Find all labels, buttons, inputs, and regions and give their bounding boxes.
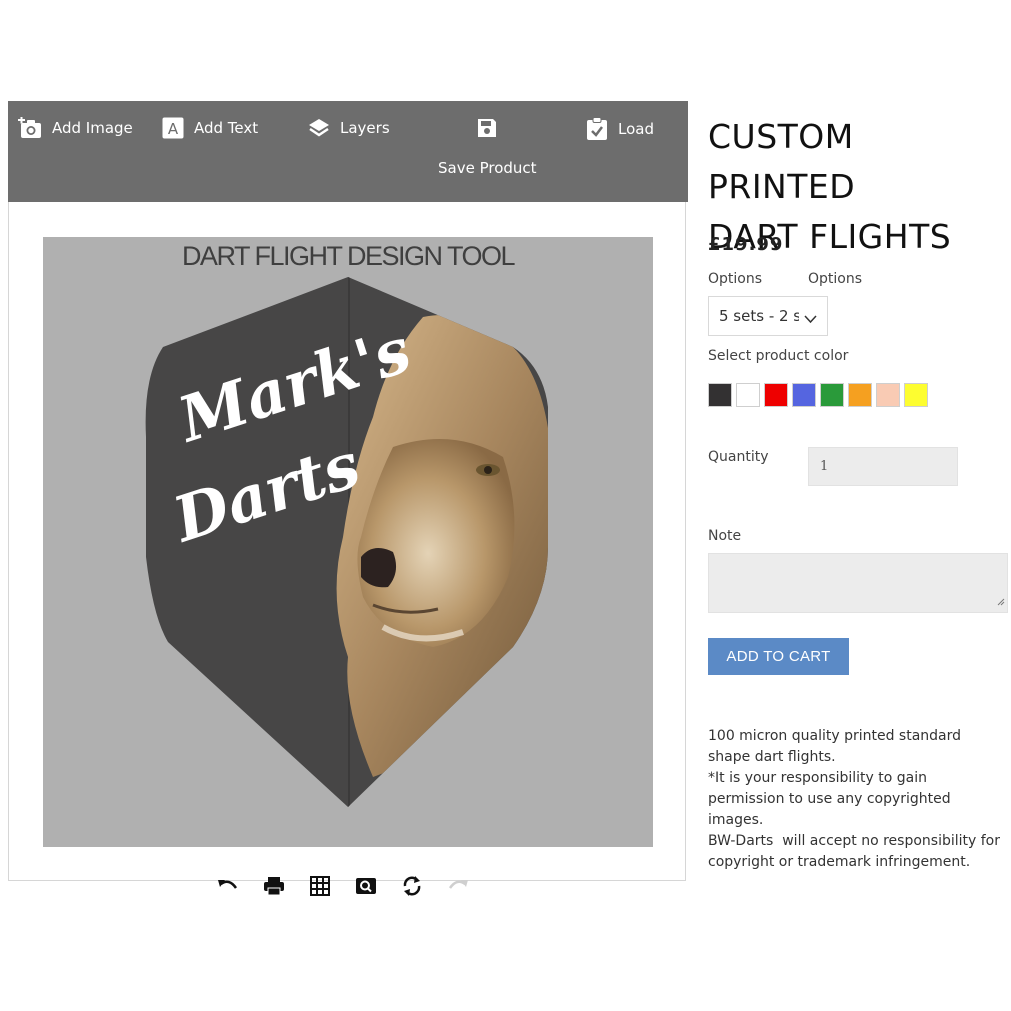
description-line: images. [708, 812, 764, 828]
load-button[interactable]: Load [586, 117, 654, 141]
add-text-label: Add Text [194, 119, 259, 137]
quantity-label: Quantity [708, 449, 769, 465]
color-label: Select product color [708, 348, 849, 364]
zoom-icon [355, 876, 377, 900]
color-swatch[interactable] [764, 383, 788, 407]
add-image-button[interactable]: Add Image [18, 117, 133, 139]
save-product-label: Save Product [438, 159, 537, 177]
color-swatches [708, 383, 928, 407]
product-description: 100 micron quality printed standard shape… [708, 726, 1011, 873]
resize-grip-icon[interactable] [997, 591, 1005, 610]
dart-flight-preview: Mark's Darts [145, 277, 548, 807]
description-line: permission to use any copyrighted [708, 791, 951, 807]
designer-toolbar: Add Image A Add Text Layers Save Product… [8, 101, 688, 202]
layers-icon [308, 117, 330, 139]
note-textarea[interactable] [708, 553, 1008, 613]
canvas-tools [215, 876, 471, 900]
layers-button[interactable]: Layers [308, 117, 390, 139]
product-title-line1: CUSTOM PRINTED [708, 117, 856, 206]
print-button[interactable] [261, 876, 287, 900]
redo-button[interactable] [445, 876, 471, 900]
color-swatch[interactable] [708, 383, 732, 407]
zoom-button[interactable] [353, 876, 379, 900]
options-label: Options [708, 271, 763, 287]
add-to-cart-button[interactable]: ADD TO CART [708, 638, 849, 675]
redo-icon [447, 876, 469, 900]
chevron-down-icon [804, 310, 817, 328]
save-icon [476, 117, 498, 139]
undo-icon [217, 876, 239, 900]
layers-label: Layers [340, 119, 390, 137]
color-swatch[interactable] [820, 383, 844, 407]
quantity-input[interactable]: 1 [808, 447, 958, 486]
product-price: £19.99 [708, 234, 784, 255]
options-label-secondary: Options [808, 271, 863, 287]
color-swatch[interactable] [904, 383, 928, 407]
undo-button[interactable] [215, 876, 241, 900]
save-product-button[interactable]: Save Product [438, 117, 537, 177]
add-image-label: Add Image [52, 119, 133, 137]
designer-panel: Add Image A Add Text Layers Save Product… [8, 101, 688, 881]
color-swatch[interactable] [848, 383, 872, 407]
load-label: Load [618, 120, 654, 138]
refresh-button[interactable] [399, 876, 425, 900]
grid-button[interactable] [307, 876, 333, 900]
description-line: *It is your responsibility to gain [708, 770, 928, 786]
description-line: 100 micron quality printed standard [708, 728, 962, 744]
note-label: Note [708, 528, 742, 544]
add-image-icon [18, 117, 42, 139]
options-select[interactable]: 5 sets - 2 sides [708, 296, 828, 336]
svg-text:A: A [168, 120, 179, 138]
color-swatch[interactable] [792, 383, 816, 407]
text-icon: A [162, 117, 184, 139]
design-canvas[interactable]: DART FLIGHT DESIGN TOOL Mark's Darts [43, 237, 653, 847]
add-text-button[interactable]: A Add Text [162, 117, 258, 139]
color-swatch[interactable] [876, 383, 900, 407]
grid-icon [309, 876, 331, 900]
description-line: copyright or trademark infringement. [708, 854, 971, 870]
description-line: shape dart flights. [708, 749, 836, 765]
description-line: BW-Darts will accept no responsibility f… [708, 833, 1000, 849]
refresh-icon [401, 875, 423, 901]
clipboard-check-icon [586, 117, 608, 141]
color-swatch[interactable] [736, 383, 760, 407]
print-icon [263, 876, 285, 900]
options-selected-value: 5 sets - 2 sides [719, 307, 799, 325]
